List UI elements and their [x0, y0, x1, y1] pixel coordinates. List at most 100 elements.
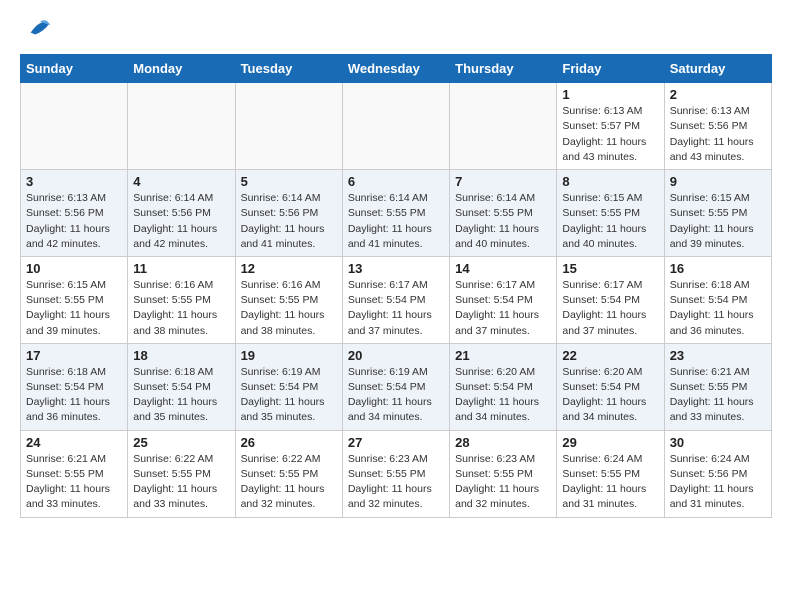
calendar-cell [21, 83, 128, 170]
weekday-header-friday: Friday [557, 55, 664, 83]
day-info: Sunrise: 6:18 AM Sunset: 5:54 PM Dayligh… [26, 365, 122, 426]
calendar-cell: 11 Sunrise: 6:16 AM Sunset: 5:55 PM Dayli… [128, 256, 235, 343]
calendar-cell: 19 Sunrise: 6:19 AM Sunset: 5:54 PM Dayli… [235, 343, 342, 430]
calendar-cell: 14 Sunrise: 6:17 AM Sunset: 5:54 PM Dayli… [450, 256, 557, 343]
weekday-header-thursday: Thursday [450, 55, 557, 83]
calendar-cell: 4 Sunrise: 6:14 AM Sunset: 5:56 PM Daylig… [128, 170, 235, 257]
calendar-cell: 29 Sunrise: 6:24 AM Sunset: 5:55 PM Dayli… [557, 430, 664, 517]
day-info: Sunrise: 6:15 AM Sunset: 5:55 PM Dayligh… [670, 191, 766, 252]
day-number: 10 [26, 261, 122, 276]
day-number: 17 [26, 348, 122, 363]
day-info: Sunrise: 6:14 AM Sunset: 5:56 PM Dayligh… [133, 191, 229, 252]
calendar-cell: 25 Sunrise: 6:22 AM Sunset: 5:55 PM Dayli… [128, 430, 235, 517]
calendar-cell: 12 Sunrise: 6:16 AM Sunset: 5:55 PM Dayli… [235, 256, 342, 343]
calendar-table: SundayMondayTuesdayWednesdayThursdayFrid… [20, 54, 772, 517]
weekday-header-sunday: Sunday [21, 55, 128, 83]
calendar-cell: 2 Sunrise: 6:13 AM Sunset: 5:56 PM Daylig… [664, 83, 771, 170]
calendar-cell: 5Sunrise: 6:14 AM Sunset: 5:56 PM Daylig… [235, 170, 342, 257]
day-number: 21 [455, 348, 551, 363]
calendar-cell: 26 Sunrise: 6:22 AM Sunset: 5:55 PM Dayli… [235, 430, 342, 517]
calendar-cell: 28Sunrise: 6:23 AM Sunset: 5:55 PM Dayli… [450, 430, 557, 517]
day-number: 3 [26, 174, 122, 189]
day-info: Sunrise: 6:22 AM Sunset: 5:55 PM Dayligh… [133, 452, 229, 513]
calendar-cell: 23 Sunrise: 6:21 AM Sunset: 5:55 PM Dayli… [664, 343, 771, 430]
calendar-cell: 15Sunrise: 6:17 AM Sunset: 5:54 PM Dayli… [557, 256, 664, 343]
day-info: Sunrise: 6:16 AM Sunset: 5:55 PM Dayligh… [241, 278, 337, 339]
day-info: Sunrise: 6:19 AM Sunset: 5:54 PM Dayligh… [241, 365, 337, 426]
day-info: Sunrise: 6:24 AM Sunset: 5:56 PM Dayligh… [670, 452, 766, 513]
day-info: Sunrise: 6:15 AM Sunset: 5:55 PM Dayligh… [26, 278, 122, 339]
day-number: 22 [562, 348, 658, 363]
calendar-cell: 3 Sunrise: 6:13 AM Sunset: 5:56 PM Daylig… [21, 170, 128, 257]
calendar-cell: 1 Sunrise: 6:13 AM Sunset: 5:57 PM Daylig… [557, 83, 664, 170]
calendar-cell: 16Sunrise: 6:18 AM Sunset: 5:54 PM Dayli… [664, 256, 771, 343]
calendar-cell: 18 Sunrise: 6:18 AM Sunset: 5:54 PM Dayli… [128, 343, 235, 430]
day-number: 13 [348, 261, 444, 276]
calendar-cell [342, 83, 449, 170]
day-info: Sunrise: 6:20 AM Sunset: 5:54 PM Dayligh… [455, 365, 551, 426]
calendar-cell: 21 Sunrise: 6:20 AM Sunset: 5:54 PM Dayli… [450, 343, 557, 430]
day-info: Sunrise: 6:20 AM Sunset: 5:54 PM Dayligh… [562, 365, 658, 426]
day-number: 4 [133, 174, 229, 189]
day-info: Sunrise: 6:14 AM Sunset: 5:55 PM Dayligh… [348, 191, 444, 252]
weekday-header-saturday: Saturday [664, 55, 771, 83]
day-number: 6 [348, 174, 444, 189]
day-number: 25 [133, 435, 229, 450]
day-info: Sunrise: 6:13 AM Sunset: 5:56 PM Dayligh… [26, 191, 122, 252]
day-info: Sunrise: 6:21 AM Sunset: 5:55 PM Dayligh… [26, 452, 122, 513]
day-number: 18 [133, 348, 229, 363]
calendar-cell [128, 83, 235, 170]
day-number: 20 [348, 348, 444, 363]
day-info: Sunrise: 6:16 AM Sunset: 5:55 PM Dayligh… [133, 278, 229, 339]
day-number: 30 [670, 435, 766, 450]
page-header [20, 20, 772, 44]
weekday-header-wednesday: Wednesday [342, 55, 449, 83]
week-row-5: 24 Sunrise: 6:21 AM Sunset: 5:55 PM Dayli… [21, 430, 772, 517]
calendar-cell: 22 Sunrise: 6:20 AM Sunset: 5:54 PM Dayli… [557, 343, 664, 430]
day-number: 23 [670, 348, 766, 363]
day-number: 26 [241, 435, 337, 450]
day-number: 12 [241, 261, 337, 276]
day-number: 27 [348, 435, 444, 450]
day-number: 1 [562, 87, 658, 102]
day-number: 11 [133, 261, 229, 276]
week-row-3: 10 Sunrise: 6:15 AM Sunset: 5:55 PM Dayli… [21, 256, 772, 343]
day-number: 9 [670, 174, 766, 189]
day-number: 16 [670, 261, 766, 276]
day-number: 8 [562, 174, 658, 189]
day-info: Sunrise: 6:22 AM Sunset: 5:55 PM Dayligh… [241, 452, 337, 513]
weekday-header-row: SundayMondayTuesdayWednesdayThursdayFrid… [21, 55, 772, 83]
calendar-cell: 9 Sunrise: 6:15 AM Sunset: 5:55 PM Daylig… [664, 170, 771, 257]
calendar-cell: 17 Sunrise: 6:18 AM Sunset: 5:54 PM Dayli… [21, 343, 128, 430]
day-number: 29 [562, 435, 658, 450]
logo [20, 20, 54, 44]
day-info: Sunrise: 6:13 AM Sunset: 5:57 PM Dayligh… [562, 104, 658, 165]
day-info: Sunrise: 6:18 AM Sunset: 5:54 PM Dayligh… [133, 365, 229, 426]
day-info: Sunrise: 6:14 AM Sunset: 5:55 PM Dayligh… [455, 191, 551, 252]
day-info: Sunrise: 6:24 AM Sunset: 5:55 PM Dayligh… [562, 452, 658, 513]
day-info: Sunrise: 6:19 AM Sunset: 5:54 PM Dayligh… [348, 365, 444, 426]
calendar-cell: 30 Sunrise: 6:24 AM Sunset: 5:56 PM Dayli… [664, 430, 771, 517]
weekday-header-monday: Monday [128, 55, 235, 83]
calendar-cell: 6 Sunrise: 6:14 AM Sunset: 5:55 PM Daylig… [342, 170, 449, 257]
calendar-cell: 10 Sunrise: 6:15 AM Sunset: 5:55 PM Dayli… [21, 256, 128, 343]
week-row-2: 3 Sunrise: 6:13 AM Sunset: 5:56 PM Daylig… [21, 170, 772, 257]
logo-icon [26, 14, 54, 42]
calendar-cell [450, 83, 557, 170]
day-number: 14 [455, 261, 551, 276]
calendar-cell: 27Sunrise: 6:23 AM Sunset: 5:55 PM Dayli… [342, 430, 449, 517]
weekday-header-tuesday: Tuesday [235, 55, 342, 83]
week-row-4: 17 Sunrise: 6:18 AM Sunset: 5:54 PM Dayli… [21, 343, 772, 430]
calendar-cell: 20 Sunrise: 6:19 AM Sunset: 5:54 PM Dayli… [342, 343, 449, 430]
day-info: Sunrise: 6:13 AM Sunset: 5:56 PM Dayligh… [670, 104, 766, 165]
day-info: Sunrise: 6:21 AM Sunset: 5:55 PM Dayligh… [670, 365, 766, 426]
day-info: Sunrise: 6:17 AM Sunset: 5:54 PM Dayligh… [562, 278, 658, 339]
day-number: 28 [455, 435, 551, 450]
day-info: Sunrise: 6:14 AM Sunset: 5:56 PM Dayligh… [241, 191, 337, 252]
day-number: 19 [241, 348, 337, 363]
day-number: 24 [26, 435, 122, 450]
day-info: Sunrise: 6:15 AM Sunset: 5:55 PM Dayligh… [562, 191, 658, 252]
day-info: Sunrise: 6:17 AM Sunset: 5:54 PM Dayligh… [455, 278, 551, 339]
day-number: 2 [670, 87, 766, 102]
calendar-cell: 13Sunrise: 6:17 AM Sunset: 5:54 PM Dayli… [342, 256, 449, 343]
